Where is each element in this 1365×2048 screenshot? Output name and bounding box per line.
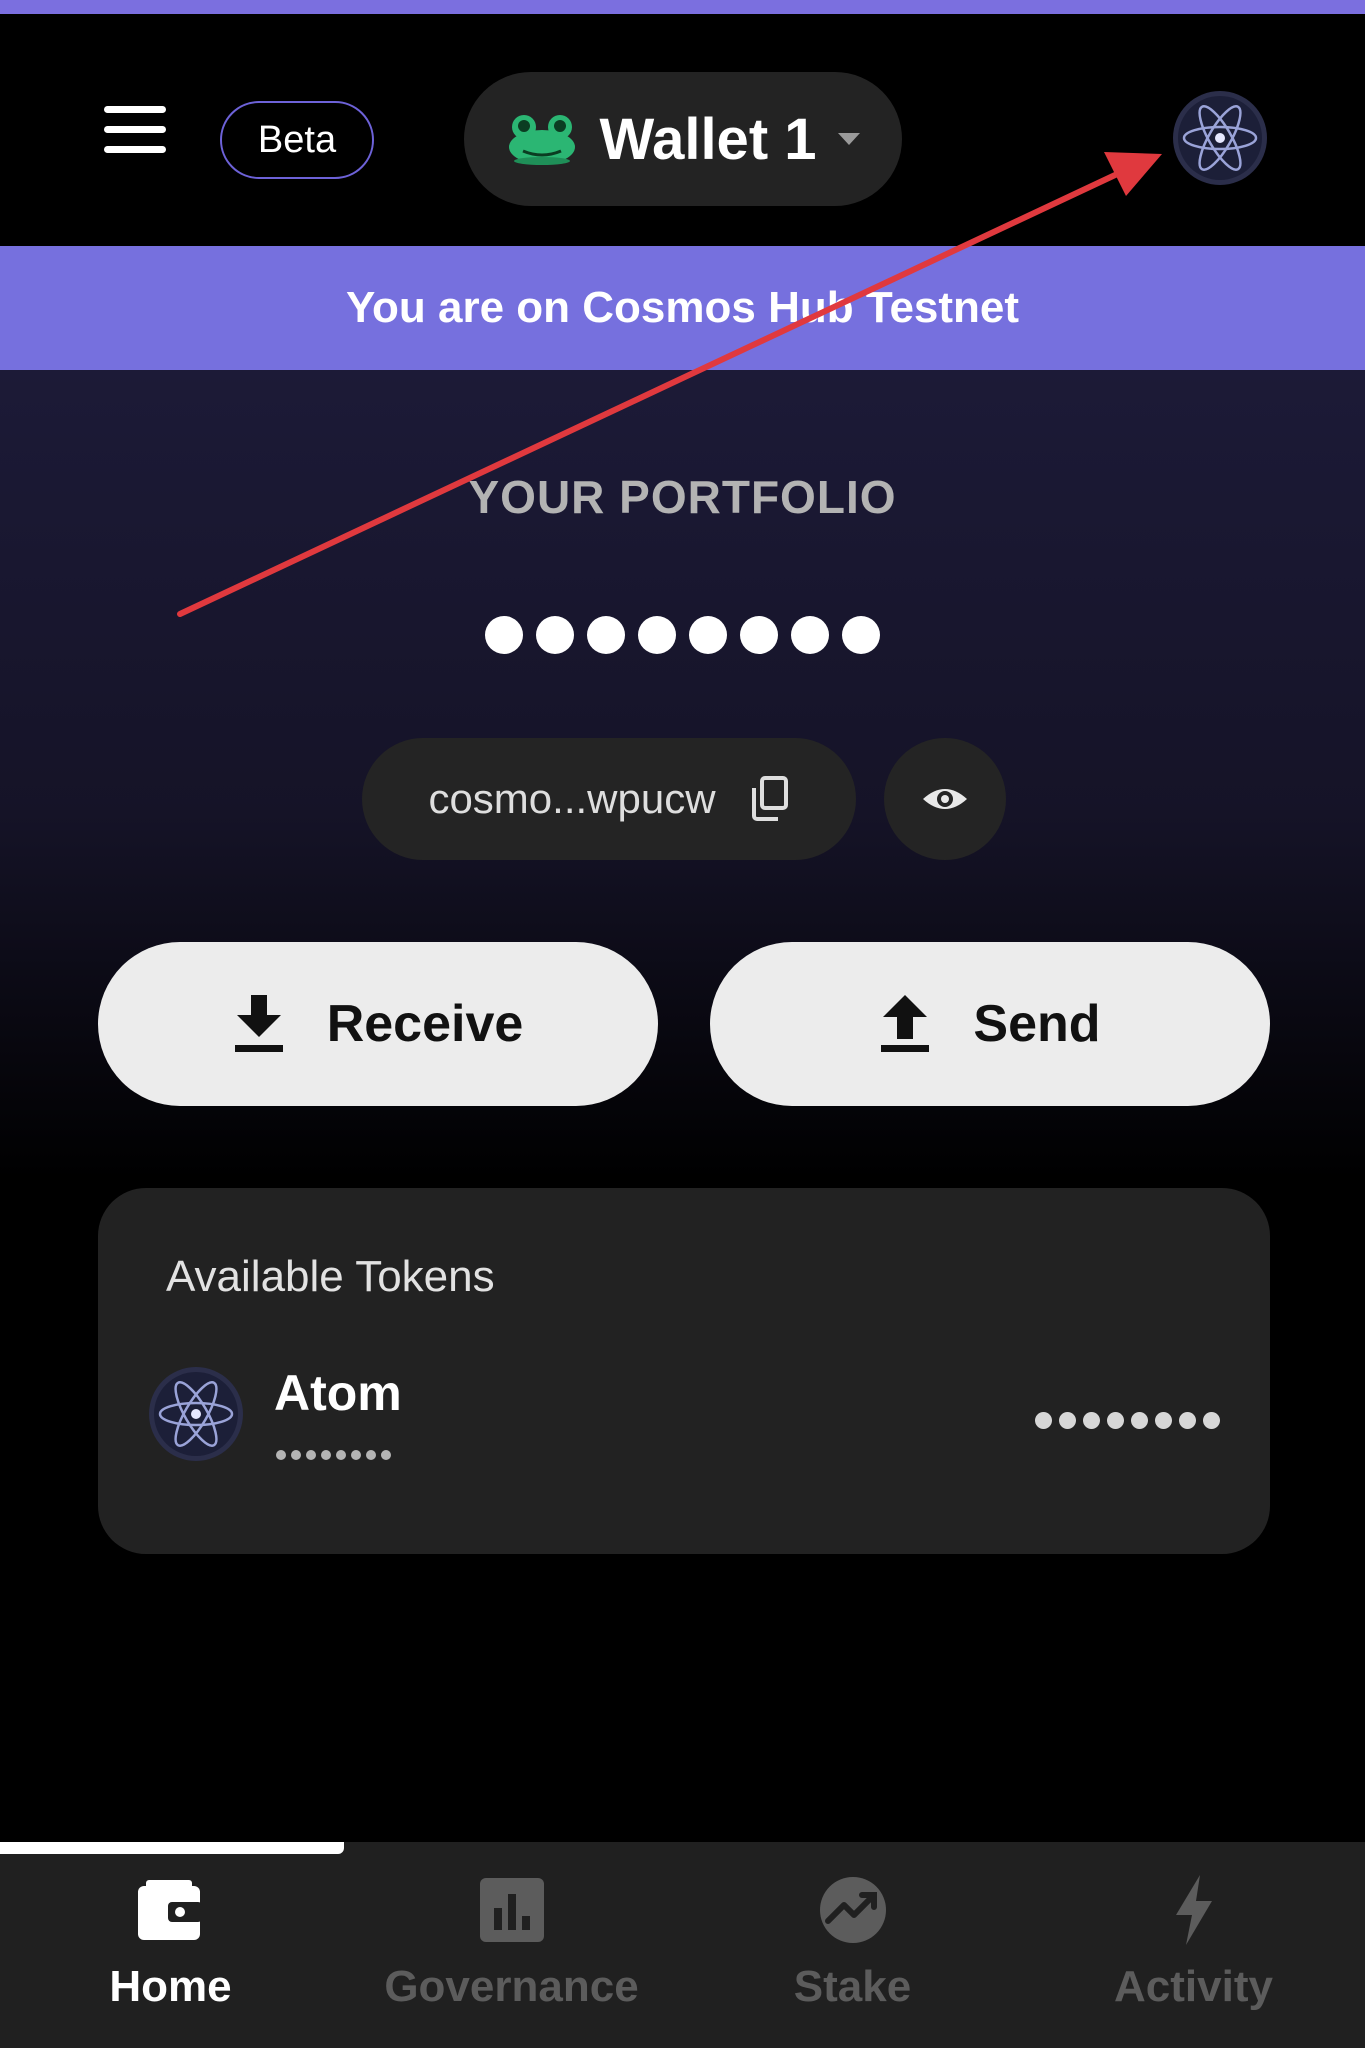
token-name: Atom [274, 1365, 402, 1421]
toggle-visibility-button[interactable] [884, 738, 1006, 860]
nav-tab-governance[interactable]: Governance [341, 1872, 682, 2032]
copy-address-button[interactable]: cosmo...wpucw [362, 738, 856, 860]
available-tokens-card: Available Tokens Atom [98, 1188, 1270, 1554]
send-label: Send [973, 995, 1101, 1053]
nav-label: Governance [384, 1962, 639, 2011]
nav-tab-home[interactable]: Home [0, 1872, 341, 2032]
nav-label: Activity [1114, 1962, 1273, 2011]
wallet-name: Wallet 1 [599, 106, 817, 172]
cosmos-atom-icon [149, 1367, 243, 1461]
receive-button[interactable]: Receive [98, 942, 658, 1106]
hamburger-menu-icon[interactable] [104, 106, 170, 166]
nav-label: Home [109, 1962, 232, 2011]
wallet-icon [137, 1880, 202, 1940]
upload-icon [881, 995, 930, 1052]
nav-label: Stake [793, 1962, 912, 2011]
beta-badge: Beta [220, 101, 374, 179]
lightning-icon [1175, 1875, 1212, 1945]
network-avatar-button[interactable] [1172, 90, 1268, 186]
nav-tab-activity[interactable]: Activity [1023, 1872, 1364, 2032]
token-hidden-balance [1035, 1412, 1220, 1429]
chevron-down-icon [837, 133, 860, 145]
nav-tab-stake[interactable]: Stake [682, 1872, 1023, 2032]
portfolio-title: YOUR PORTFOLIO [468, 471, 897, 523]
top-accent-strip [0, 0, 1365, 14]
stake-trend-icon [819, 1877, 886, 1943]
token-row-atom[interactable]: Atom [148, 1365, 1220, 1506]
send-button[interactable]: Send [710, 942, 1270, 1106]
active-tab-indicator [0, 1842, 344, 1854]
cosmos-atom-icon [1173, 91, 1267, 185]
hidden-balance [0, 616, 1365, 654]
receive-label: Receive [326, 995, 524, 1053]
bottom-navigation: Home Governance Stake Activity [0, 1842, 1365, 2048]
app-header: Beta Wallet 1 [0, 14, 1365, 246]
download-icon [234, 995, 283, 1052]
network-banner: You are on Cosmos Hub Testnet [0, 246, 1365, 370]
copy-icon [751, 776, 788, 821]
available-tokens-title: Available Tokens [166, 1252, 495, 1301]
eye-icon [923, 789, 967, 809]
bar-chart-icon [479, 1878, 544, 1942]
wallet-address: cosmo...wpucw [428, 775, 716, 822]
token-hidden-fiat-value [276, 1450, 391, 1460]
frog-icon [509, 115, 576, 165]
wallet-selector[interactable]: Wallet 1 [464, 72, 902, 206]
portfolio-section: YOUR PORTFOLIO cosmo...wpucw Receive Sen… [0, 370, 1365, 1180]
